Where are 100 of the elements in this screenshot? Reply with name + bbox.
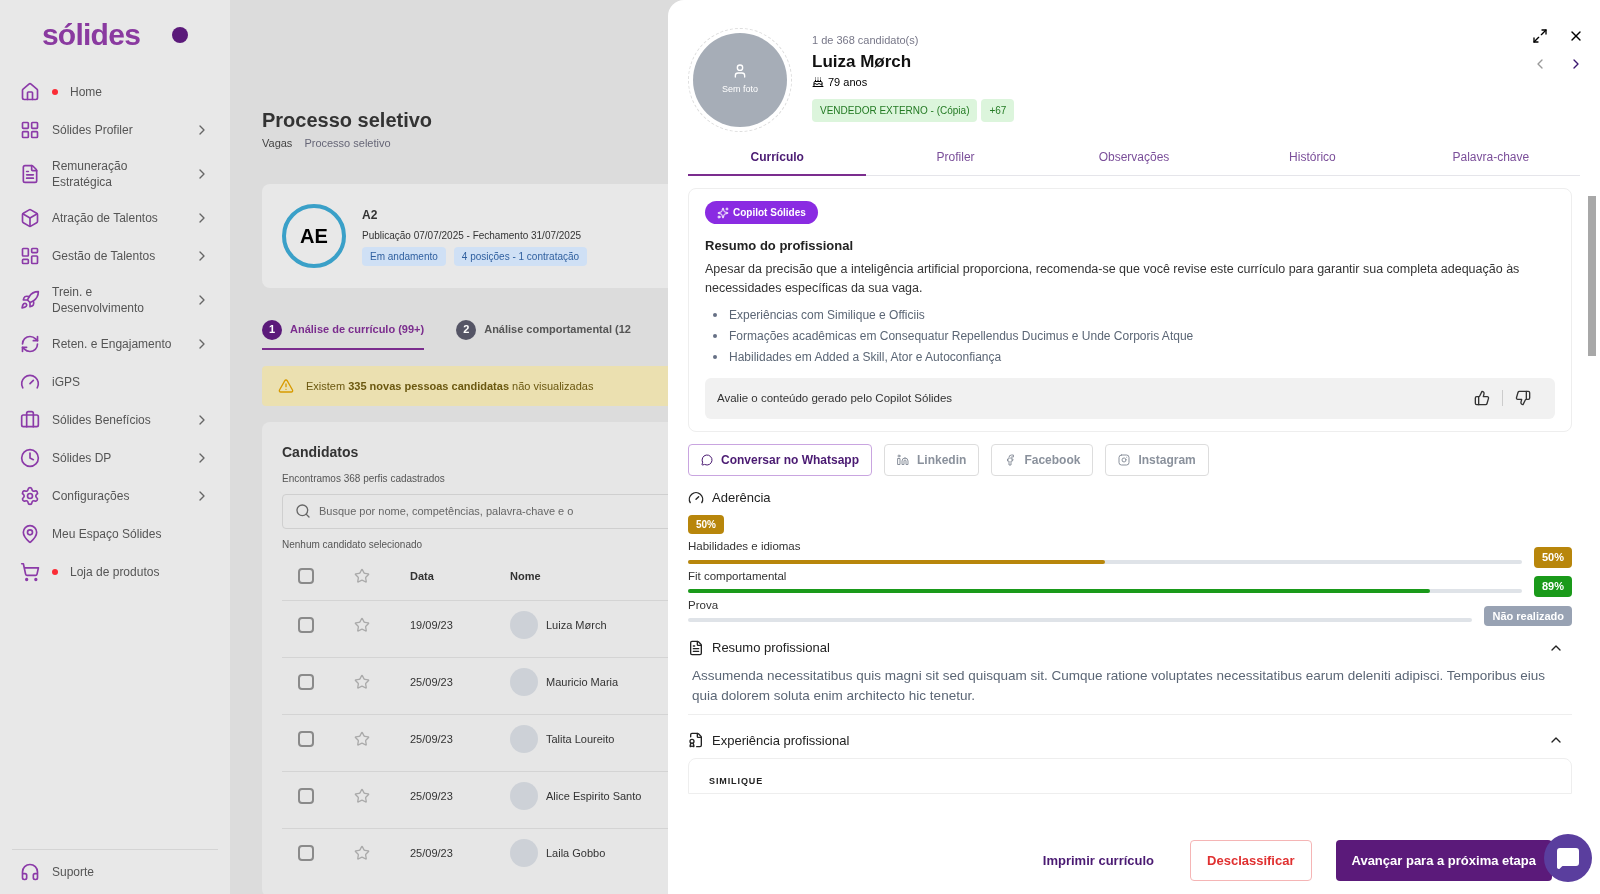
cube-icon	[20, 208, 40, 228]
company-name: SIMILIQUE	[709, 775, 765, 788]
star-icon[interactable]	[354, 617, 370, 633]
sidebar-item[interactable]: iGPS	[0, 363, 230, 401]
star-icon	[354, 567, 370, 584]
copilot-badge: Copilot Sólides	[705, 201, 818, 224]
checkbox[interactable]	[298, 845, 314, 861]
table-cell-text: Laila Gobbo	[546, 845, 606, 861]
advance-button[interactable]: Avançar para a próxima etapa	[1335, 839, 1552, 881]
refresh-icon	[20, 334, 40, 354]
job-tag: Em andamento	[362, 246, 446, 266]
sidebar-item[interactable]: Remuneração Estratégica	[0, 149, 230, 199]
checkbox[interactable]	[298, 617, 314, 633]
tab[interactable]: Palavra-chave	[1401, 140, 1581, 176]
sidebar-item[interactable]: Trein. e Desenvolvimento	[0, 275, 230, 325]
photo-label: Sem foto	[722, 83, 758, 97]
table-cell-text: Mauricio Maria	[546, 674, 619, 690]
home-icon	[20, 82, 40, 102]
sidebar-item[interactable]: Sólides DP	[0, 439, 230, 477]
star-icon[interactable]	[354, 788, 370, 804]
sidebar-item[interactable]: Atração de Talentos	[0, 199, 230, 237]
rocket-icon	[20, 290, 40, 310]
tab[interactable]: Observações	[1044, 140, 1224, 176]
sparkle-icon	[717, 206, 729, 219]
dashboard-icon	[20, 246, 40, 266]
avatar-icon	[510, 611, 538, 639]
expand-icon[interactable]	[1532, 28, 1548, 44]
sidebar-item[interactable]: Loja de produtos	[0, 553, 230, 591]
step-tab[interactable]: 2 Análise comportamental (12	[456, 319, 631, 350]
summary-text: Apesar da precisão que a inteligência artificial proporciona, recomenda-se que você revise este currículo para garantir sua completa adequação às necessidades específicas da sua vaga.	[705, 260, 1521, 297]
pin-icon	[20, 524, 40, 544]
clock-icon	[20, 448, 40, 468]
avatar-icon	[510, 725, 538, 753]
summary-paragraph: Assumenda necessitatibus quis magni sit sed quisquam sit. Cumque ratione voluptates necessitatibus earum deleniti adipisci. Temporibus eius quia dolorem soluta enim architecto hic tenetur.	[691, 666, 1546, 705]
chat-bubble-icon	[701, 453, 713, 466]
disqualify-button[interactable]: Desclassificar	[1190, 839, 1312, 881]
document-icon	[20, 164, 40, 184]
thumbs-up-icon[interactable]	[1474, 390, 1490, 407]
table-cell-text: 19/09/23	[410, 617, 454, 633]
settings-icon	[20, 486, 40, 506]
section-title: Experiência profissional	[712, 731, 850, 750]
sidebar-item[interactable]: Sólides Benefícios	[0, 401, 230, 439]
candidate-age: 79 anos	[828, 75, 868, 90]
search-icon	[295, 503, 311, 520]
tab[interactable]: Currículo	[688, 140, 867, 176]
support-link[interactable]: Suporte	[52, 863, 95, 881]
summary-bullet: Experiências com Similique e Officiis	[729, 306, 925, 324]
linkedin-icon	[897, 453, 910, 466]
grid-icon	[20, 120, 40, 140]
avatar-icon	[510, 668, 538, 696]
warning-icon	[278, 377, 294, 394]
metric-label: Prova	[688, 597, 720, 613]
cake-icon	[812, 76, 824, 89]
column-header[interactable]: Data	[410, 567, 470, 584]
table-cell-text: 25/09/23	[410, 731, 454, 747]
tab[interactable]: Histórico	[1223, 140, 1402, 176]
social-button[interactable]: Conversar no Whatsapp	[688, 443, 873, 476]
selection-text: Nenhum candidato selecionado	[282, 537, 423, 552]
summary-bullet: Formações acadêmicas em Consequatur Repellendus Ducimus e Unde Corporis Atque	[729, 327, 1194, 345]
star-icon[interactable]	[354, 845, 370, 861]
user-icon	[732, 63, 748, 80]
step-number: 1	[262, 319, 282, 340]
sidebar-item[interactable]: Configurações	[0, 477, 230, 515]
gauge-icon	[20, 372, 40, 392]
thumbs-down-icon[interactable]	[1515, 390, 1531, 407]
job-dates: Publicação 07/07/2025 - Fechamento 31/07/2025	[362, 228, 583, 243]
feedback-text: Avalie o conteúdo gerado pelo Copilot Sólides	[717, 390, 953, 406]
bullet-icon	[713, 312, 717, 317]
star-icon[interactable]	[354, 674, 370, 690]
tab[interactable]: Profiler	[866, 140, 1045, 176]
sidebar-item[interactable]: Reten. e Engajamento	[0, 325, 230, 363]
sidebar-item[interactable]: Gestão de Talentos	[0, 237, 230, 275]
briefcase-icon	[20, 410, 40, 430]
star-icon[interactable]	[354, 731, 370, 747]
checkbox[interactable]	[298, 567, 314, 584]
step-tab[interactable]: 1 Análise de currículo (99+)	[262, 319, 425, 350]
sidebar-item[interactable]: Meu Espaço Sólides	[0, 515, 230, 553]
job-name: A2	[362, 206, 379, 224]
summary-title: Resumo do profissional	[705, 237, 855, 255]
breadcrumb-item[interactable]: Vagas	[262, 135, 293, 152]
overall-score: 50%	[688, 515, 724, 535]
alert-text: Existem 335 novas pessoas candidatas não visualizadas	[306, 378, 594, 394]
checkbox[interactable]	[298, 731, 314, 747]
section-title: Aderência	[712, 488, 771, 507]
checkbox[interactable]	[298, 674, 314, 690]
sidebar-item[interactable]: Sólides Profiler	[0, 111, 230, 149]
table-cell-text: 25/09/23	[410, 845, 454, 861]
metric-label: Fit comportamental	[688, 568, 788, 584]
metric-score: 89%	[1533, 576, 1572, 597]
metric-score: 50%	[1533, 547, 1572, 568]
card-subtitle: Encontramos 368 perfis cadastrados	[282, 472, 445, 486]
breadcrumb-item: Processo seletivo	[304, 136, 391, 151]
step-number: 2	[456, 319, 477, 340]
column-header[interactable]: Nome	[510, 567, 570, 584]
page-title: Processo seletivo	[262, 108, 433, 133]
print-button[interactable]: Imprimir currículo	[1030, 838, 1167, 882]
cart-icon	[20, 562, 40, 582]
sidebar-item[interactable]: Home	[0, 73, 230, 111]
checkbox[interactable]	[298, 788, 314, 804]
chat-icon	[1556, 846, 1580, 870]
